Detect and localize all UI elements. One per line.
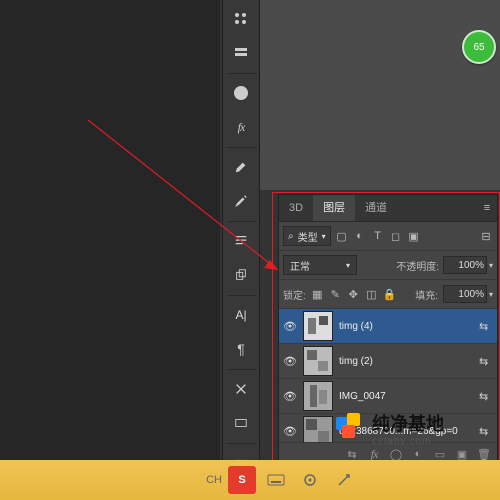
tab-3d[interactable]: 3D: [279, 195, 313, 221]
tab-channels[interactable]: 通道: [355, 195, 397, 221]
lock-all-icon[interactable]: 🔒: [383, 288, 396, 301]
adjustments-icon[interactable]: [226, 78, 256, 108]
workspace: 65 fx A| ¶ 3D 图层: [0, 0, 500, 460]
filter-toggle-icon[interactable]: ⊟: [479, 230, 493, 243]
panel-tabs: 3D 图层 通道 ≡: [279, 195, 497, 222]
sogou-ime-icon[interactable]: S: [228, 466, 256, 494]
canvas-light-area: 65: [260, 0, 500, 190]
layer-name[interactable]: IMG_0047: [339, 391, 473, 402]
delete-icon[interactable]: 🗑: [477, 448, 491, 461]
fill-control[interactable]: 100% ▾: [443, 285, 493, 303]
ime-lang-indicator[interactable]: CH: [206, 474, 222, 486]
notes-icon[interactable]: ¶: [226, 334, 256, 364]
toolbar-separator: [227, 146, 257, 148]
layer-row[interactable]: 👁 IMG_0047 ⇆: [279, 379, 497, 414]
toolbar-separator: [227, 368, 257, 370]
group-icon[interactable]: ▭: [433, 448, 447, 461]
adjustment-icon[interactable]: ◐: [411, 448, 425, 460]
layers-panel: 3D 图层 通道 ≡ ⌕ 类型 ▾ ▢ ◐ T ◻ ▣ ⊟ 正: [278, 194, 498, 466]
layers-list: 👁 timg (4) ⇆ 👁 timg (2) ⇆ 👁 IMG_0047 ⇆: [279, 309, 497, 449]
visibility-icon[interactable]: 👁: [283, 424, 297, 438]
opacity-label: 不透明度:: [396, 258, 439, 273]
opacity-control[interactable]: 100% ▾: [443, 256, 493, 274]
visibility-icon[interactable]: 👁: [283, 389, 297, 403]
panel-menu-icon[interactable]: ≡: [477, 202, 497, 214]
ime-keyboard-icon[interactable]: [262, 466, 290, 494]
link-icon[interactable]: ⇆: [479, 320, 493, 333]
layer-row[interactable]: 👁 timg (4) ⇆: [279, 309, 497, 344]
tab-layers[interactable]: 图层: [313, 195, 355, 221]
ime-tool-icon[interactable]: [330, 466, 358, 494]
link-icon[interactable]: ⇆: [479, 390, 493, 403]
lock-label: 锁定:: [283, 287, 306, 302]
brush-icon[interactable]: [226, 152, 256, 182]
history-icon[interactable]: [226, 38, 256, 68]
lock-paint-icon[interactable]: ✎: [329, 288, 342, 301]
link-icon[interactable]: ⇆: [479, 355, 493, 368]
filter-type-icon[interactable]: T: [371, 230, 385, 242]
blend-row: 正常 ▾ 不透明度: 100% ▾: [279, 251, 497, 280]
filter-pixel-icon[interactable]: ▢: [335, 230, 349, 243]
filter-shape-icon[interactable]: ◻: [389, 230, 403, 243]
filter-smart-icon[interactable]: ▣: [407, 230, 421, 243]
toolbar-separator: [227, 220, 257, 222]
toolbar-separator: [227, 294, 257, 296]
mask-icon[interactable]: ◯: [389, 448, 403, 461]
toolbar-separator: [227, 442, 257, 444]
layer-name[interactable]: u=23868700...m=26&gp=0: [339, 426, 473, 437]
filter-adjust-icon[interactable]: ◐: [353, 230, 367, 242]
filter-type-label: 类型: [298, 229, 318, 244]
ime-settings-icon[interactable]: [296, 466, 324, 494]
layer-name[interactable]: timg (4): [339, 321, 473, 332]
lock-row: 锁定: ▦ ✎ ✥ ◫ 🔒 填充: 100% ▾: [279, 280, 497, 309]
blend-mode-select[interactable]: 正常 ▾: [283, 255, 357, 275]
styles-icon[interactable]: fx: [226, 112, 256, 142]
layer-thumbnail[interactable]: [303, 311, 333, 341]
layer-filter-row: ⌕ 类型 ▾ ▢ ◐ T ◻ ▣ ⊟: [279, 222, 497, 251]
link-icon[interactable]: ⇆: [479, 425, 493, 438]
chevron-down-icon: ▾: [346, 261, 350, 270]
blend-mode-value: 正常: [290, 258, 310, 273]
taskbar: CH S: [0, 460, 500, 500]
swatches-icon[interactable]: [226, 4, 256, 34]
filter-type-select[interactable]: ⌕ 类型 ▾: [283, 226, 331, 246]
layer-thumbnail[interactable]: [303, 346, 333, 376]
new-layer-icon[interactable]: ▣: [455, 448, 469, 461]
score-badge: 65: [462, 30, 496, 64]
lock-artboard-icon[interactable]: ◫: [365, 288, 378, 301]
layer-name[interactable]: timg (2): [339, 356, 473, 367]
chevron-down-icon: ▾: [322, 232, 326, 241]
paragraph-icon[interactable]: [226, 226, 256, 256]
clone-icon[interactable]: [226, 260, 256, 290]
toolbar-separator: [227, 72, 257, 74]
canvas-dark-area: [0, 0, 220, 460]
lock-transparency-icon[interactable]: ▦: [311, 288, 324, 301]
layer-row[interactable]: 👁 timg (2) ⇆: [279, 344, 497, 379]
chevron-down-icon: ▾: [489, 261, 493, 270]
tools-icon[interactable]: [226, 374, 256, 404]
panel-toolbar: fx A| ¶: [222, 0, 260, 460]
fill-label: 填充:: [415, 287, 438, 302]
view-icon[interactable]: [226, 408, 256, 438]
link-layers-icon[interactable]: ⇆: [345, 448, 359, 461]
search-icon: ⌕: [288, 231, 294, 242]
fill-value[interactable]: 100%: [443, 285, 487, 303]
visibility-icon[interactable]: 👁: [283, 354, 297, 368]
character-icon[interactable]: A|: [226, 300, 256, 330]
lock-position-icon[interactable]: ✥: [347, 288, 360, 301]
layer-thumbnail[interactable]: [303, 381, 333, 411]
brush-presets-icon[interactable]: [226, 186, 256, 216]
visibility-icon[interactable]: 👁: [283, 319, 297, 333]
chevron-down-icon: ▾: [489, 290, 493, 299]
opacity-value[interactable]: 100%: [443, 256, 487, 274]
